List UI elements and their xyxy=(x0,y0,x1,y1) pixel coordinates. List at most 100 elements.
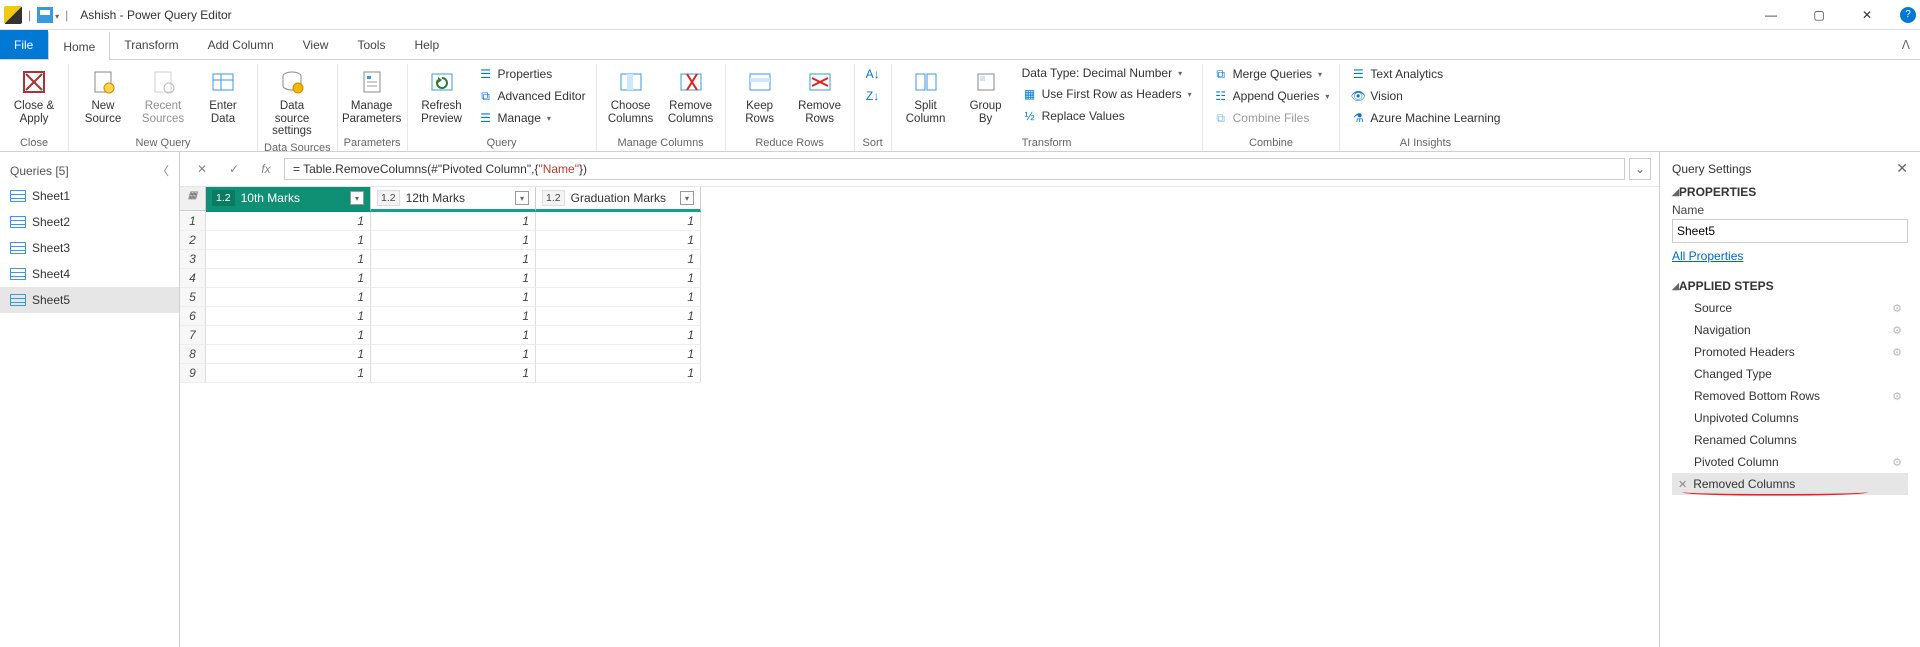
cell[interactable]: 1 xyxy=(371,345,536,364)
applied-step[interactable]: Pivoted Column⚙ xyxy=(1672,451,1908,473)
cell[interactable]: 1 xyxy=(536,364,701,383)
replace-values-button[interactable]: ½Replace Values xyxy=(1018,106,1196,126)
vision-button[interactable]: 👁Vision xyxy=(1346,86,1504,106)
collapse-queries-icon[interactable]: 〈 xyxy=(157,162,169,179)
text-analytics-button[interactable]: ☰Text Analytics xyxy=(1346,64,1504,84)
applied-step[interactable]: Renamed Columns xyxy=(1672,429,1908,451)
tab-transform[interactable]: Transform xyxy=(110,30,193,59)
row-number[interactable]: 7 xyxy=(180,326,206,345)
row-number[interactable]: 9 xyxy=(180,364,206,383)
row-number[interactable]: 2 xyxy=(180,231,206,250)
cell[interactable]: 1 xyxy=(206,250,371,269)
save-icon[interactable] xyxy=(37,7,53,23)
cell[interactable]: 1 xyxy=(371,231,536,250)
cell[interactable]: 1 xyxy=(371,364,536,383)
help-icon[interactable]: ? xyxy=(1900,7,1916,23)
query-item[interactable]: Sheet2 xyxy=(0,209,179,235)
cell[interactable]: 1 xyxy=(206,307,371,326)
step-settings-icon[interactable]: ⚙ xyxy=(1892,346,1902,359)
cell[interactable]: 1 xyxy=(536,212,701,231)
tab-tools[interactable]: Tools xyxy=(343,30,400,59)
table-row[interactable]: 5111 xyxy=(180,288,1659,307)
tab-file[interactable]: File xyxy=(0,30,48,59)
formula-input[interactable]: = Table.RemoveColumns(#"Pivoted Column",… xyxy=(284,158,1625,180)
type-indicator[interactable]: 1.2 xyxy=(212,190,235,206)
table-row[interactable]: 6111 xyxy=(180,307,1659,326)
applied-step[interactable]: Source⚙ xyxy=(1672,297,1908,319)
step-settings-icon[interactable]: ⚙ xyxy=(1892,302,1902,315)
step-settings-icon[interactable]: ⚙ xyxy=(1892,324,1902,337)
cell[interactable]: 1 xyxy=(371,212,536,231)
column-header[interactable]: 1.210th Marks▾ xyxy=(206,187,371,212)
remove-rows-button[interactable]: Remove Rows xyxy=(792,64,848,127)
cell[interactable]: 1 xyxy=(206,231,371,250)
properties-button[interactable]: ☰Properties xyxy=(474,64,590,84)
applied-step[interactable]: Changed Type xyxy=(1672,363,1908,385)
enter-data-button[interactable]: Enter Data xyxy=(195,64,251,127)
cell[interactable]: 1 xyxy=(536,326,701,345)
qat-dropdown-icon[interactable] xyxy=(55,8,59,22)
cell[interactable]: 1 xyxy=(206,364,371,383)
applied-step[interactable]: Unpivoted Columns xyxy=(1672,407,1908,429)
data-source-settings-button[interactable]: Data source settings xyxy=(264,64,320,140)
sort-desc-button[interactable]: Z↓ xyxy=(861,86,885,106)
query-name-input[interactable] xyxy=(1672,219,1908,243)
collapse-ribbon-icon[interactable]: ᐱ xyxy=(1892,30,1920,59)
minimize-button[interactable]: — xyxy=(1748,0,1794,30)
cell[interactable]: 1 xyxy=(536,269,701,288)
query-item[interactable]: Sheet5 xyxy=(0,287,179,313)
step-settings-icon[interactable]: ⚙ xyxy=(1892,390,1902,403)
refresh-preview-button[interactable]: Refresh Preview xyxy=(414,64,470,127)
keep-rows-button[interactable]: Keep Rows xyxy=(732,64,788,127)
column-filter-icon[interactable]: ▾ xyxy=(680,191,694,205)
table-row[interactable]: 4111 xyxy=(180,269,1659,288)
cell[interactable]: 1 xyxy=(206,288,371,307)
data-grid[interactable]: ▦1.210th Marks▾1.212th Marks▾1.2Graduati… xyxy=(180,187,1659,383)
cell[interactable]: 1 xyxy=(371,326,536,345)
table-row[interactable]: 8111 xyxy=(180,345,1659,364)
step-settings-icon[interactable]: ⚙ xyxy=(1892,456,1902,469)
row-number[interactable]: 4 xyxy=(180,269,206,288)
all-properties-link[interactable]: All Properties xyxy=(1672,249,1743,263)
advanced-editor-button[interactable]: ⧉Advanced Editor xyxy=(474,86,590,106)
recent-sources-button[interactable]: Recent Sources xyxy=(135,64,191,127)
merge-queries-button[interactable]: ⧉Merge Queries▾ xyxy=(1209,64,1334,84)
cell[interactable]: 1 xyxy=(206,345,371,364)
remove-columns-button[interactable]: Remove Columns xyxy=(663,64,719,127)
cell[interactable]: 1 xyxy=(371,307,536,326)
cell[interactable]: 1 xyxy=(371,288,536,307)
column-header[interactable]: 1.2Graduation Marks▾ xyxy=(536,187,701,212)
cell[interactable]: 1 xyxy=(536,345,701,364)
row-number[interactable]: 8 xyxy=(180,345,206,364)
cell[interactable]: 1 xyxy=(206,269,371,288)
manage-query-button[interactable]: ☰Manage▾ xyxy=(474,108,590,128)
query-item[interactable]: Sheet1 xyxy=(0,183,179,209)
applied-step[interactable]: Promoted Headers⚙ xyxy=(1672,341,1908,363)
type-indicator[interactable]: 1.2 xyxy=(542,190,565,206)
column-filter-icon[interactable]: ▾ xyxy=(515,191,529,205)
delete-step-icon[interactable]: ✕ xyxy=(1678,478,1687,491)
applied-step[interactable]: Removed Bottom Rows⚙ xyxy=(1672,385,1908,407)
formula-cancel-button[interactable]: ✕ xyxy=(188,158,216,180)
table-row[interactable]: 3111 xyxy=(180,250,1659,269)
sort-asc-button[interactable]: A↓ xyxy=(861,64,885,84)
close-settings-button[interactable]: ✕ xyxy=(1896,160,1908,177)
cell[interactable]: 1 xyxy=(536,307,701,326)
table-row[interactable]: 2111 xyxy=(180,231,1659,250)
cell[interactable]: 1 xyxy=(206,326,371,345)
query-item[interactable]: Sheet4 xyxy=(0,261,179,287)
table-row[interactable]: 1111 xyxy=(180,212,1659,231)
table-row[interactable]: 7111 xyxy=(180,326,1659,345)
row-number[interactable]: 1 xyxy=(180,212,206,231)
split-column-button[interactable]: Split Column xyxy=(898,64,954,127)
row-number[interactable]: 5 xyxy=(180,288,206,307)
applied-step[interactable]: Navigation⚙ xyxy=(1672,319,1908,341)
first-row-headers-button[interactable]: ▦Use First Row as Headers▾ xyxy=(1018,84,1196,104)
cell[interactable]: 1 xyxy=(536,250,701,269)
row-number[interactable]: 3 xyxy=(180,250,206,269)
cell[interactable]: 1 xyxy=(536,231,701,250)
formula-expand-button[interactable]: ⌄ xyxy=(1629,158,1651,180)
manage-parameters-button[interactable]: Manage Parameters xyxy=(344,64,400,127)
new-source-button[interactable]: New Source xyxy=(75,64,131,127)
column-filter-icon[interactable]: ▾ xyxy=(350,191,364,205)
